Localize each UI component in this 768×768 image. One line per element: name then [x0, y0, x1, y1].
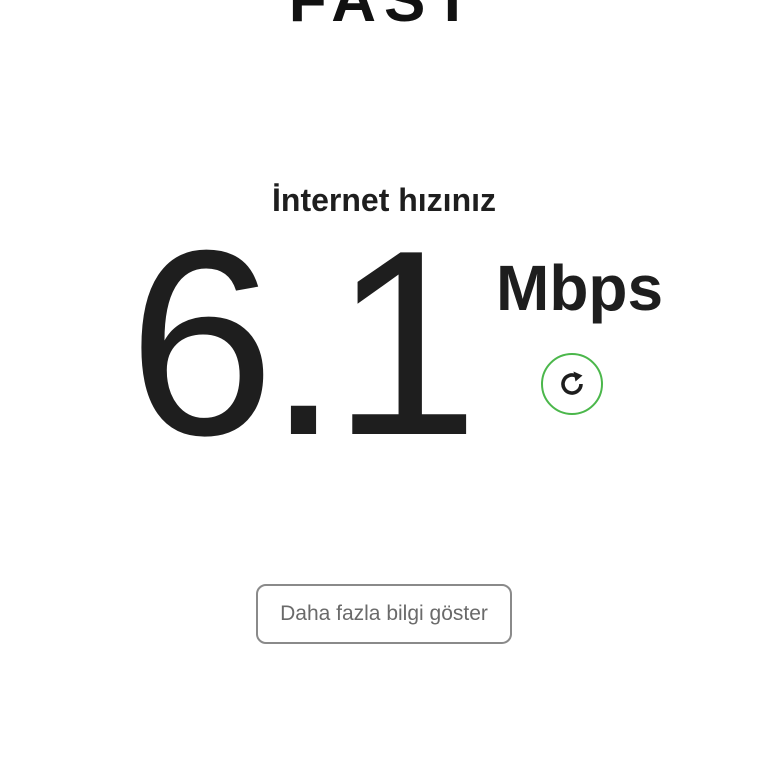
- show-more-info-button[interactable]: Daha fazla bilgi göster: [256, 584, 512, 644]
- speed-value: 6.1: [128, 195, 479, 490]
- refresh-button[interactable]: [541, 353, 603, 415]
- fast-logo: FAST: [288, 0, 480, 35]
- refresh-icon: [556, 368, 588, 400]
- speed-unit: Mbps: [496, 252, 664, 324]
- speed-test-page: FAST İnternet hızınız 6.1 Mbps Daha fazl…: [0, 0, 768, 768]
